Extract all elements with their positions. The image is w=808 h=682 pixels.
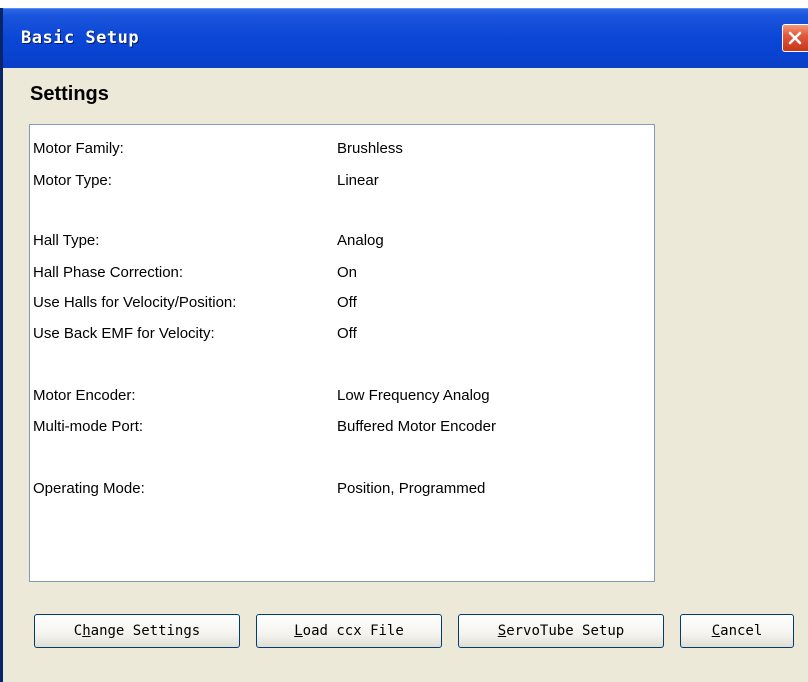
setting-row-multi-mode-port: Multi-mode Port: Buffered Motor Encoder [30,415,650,439]
button-label-post: ervoTube Setup [506,623,625,639]
setting-row-use-halls: Use Halls for Velocity/Position: Off [30,291,650,315]
window-title: Basic Setup [21,28,140,48]
setting-row-use-back-emf: Use Back EMF for Velocity: Off [30,322,650,346]
setting-value: Linear [337,172,379,189]
title-bar[interactable]: Basic Setup [3,8,808,68]
button-mnemonic: h [82,623,91,639]
setting-value: Off [337,294,357,311]
settings-panel: Motor Family: Brushless Motor Type: Line… [29,124,655,582]
load-ccx-file-button[interactable]: Load ccx File [256,614,442,648]
setting-value: Analog [337,232,384,249]
setting-value: Low Frequency Analog [337,387,490,404]
setting-label: Motor Encoder: [33,387,136,404]
setting-value: Brushless [337,140,403,157]
button-mnemonic: L [294,623,303,639]
button-label-post: ancel [720,623,763,639]
close-button[interactable] [782,24,808,52]
setting-label: Motor Type: [33,172,112,189]
button-label-post: oad ccx File [302,623,404,639]
cancel-button[interactable]: Cancel [680,614,794,648]
servotube-setup-button[interactable]: ServoTube Setup [458,614,664,648]
button-mnemonic: C [711,623,721,639]
setting-value: Position, Programmed [337,480,486,497]
setting-row-operating-mode: Operating Mode: Position, Programmed [30,477,650,501]
settings-heading: Settings [30,83,109,105]
setting-label: Use Back EMF for Velocity: [33,325,215,342]
setting-value: Off [337,325,357,342]
setting-row-motor-family: Motor Family: Brushless [30,137,650,161]
close-x-icon [788,31,802,45]
setting-label: Use Halls for Velocity/Position: [33,294,237,311]
setting-label: Motor Family: [33,140,124,157]
setting-row-motor-type: Motor Type: Linear [30,169,650,193]
button-label-post: ange Settings [90,623,201,639]
setting-value: Buffered Motor Encoder [337,418,496,435]
setting-row-hall-phase-correction: Hall Phase Correction: On [30,261,650,285]
button-mnemonic: S [497,623,507,639]
setting-label: Hall Phase Correction: [33,264,184,281]
button-label-pre: C [73,623,83,639]
setting-label: Hall Type: [33,232,100,249]
setting-row-hall-type: Hall Type: Analog [30,229,650,253]
change-settings-button[interactable]: Change Settings [34,614,240,648]
setting-label: Operating Mode: [33,480,145,497]
setting-row-motor-encoder: Motor Encoder: Low Frequency Analog [30,384,650,408]
setting-label: Multi-mode Port: [33,418,144,435]
setting-value: On [337,264,358,281]
